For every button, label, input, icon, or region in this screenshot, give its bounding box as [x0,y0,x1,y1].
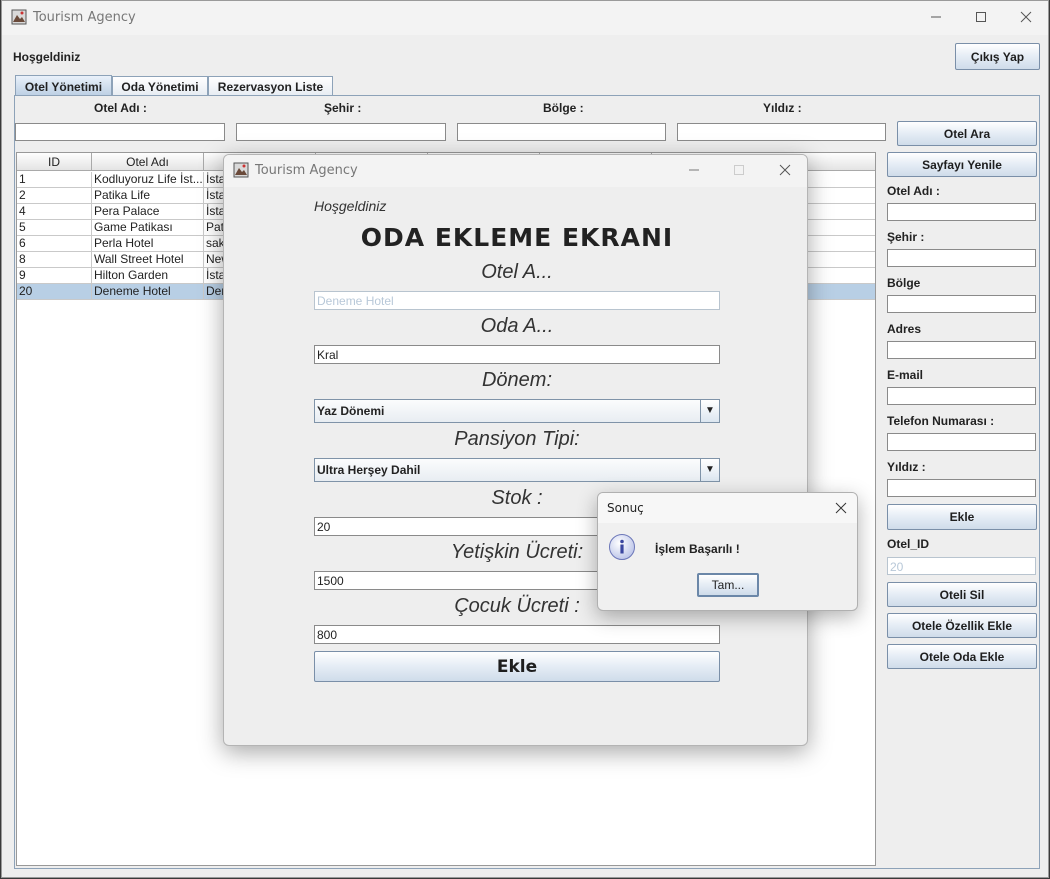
period-select-value: Yaz Dönemi [317,404,385,418]
email-label: E-mail [887,368,924,382]
close-button[interactable] [1003,1,1049,33]
search-city-label: Şehir : [324,101,362,115]
hotel-id-label: Otel_ID [887,537,930,551]
address-input[interactable] [887,341,1036,359]
cell-id: 9 [17,268,92,284]
cell-hotel-name: Deneme Hotel [92,284,204,300]
tab-hotel-management[interactable]: Otel Yönetimi [15,75,112,97]
board-type-select[interactable]: Ultra Herşey Dahil ▼ [314,458,720,482]
welcome-label: Hoşgeldiniz [13,50,81,64]
star-label: Yıldız : [887,460,926,474]
minimize-button[interactable] [913,1,959,33]
search-hotel-name-label: Otel Adı : [94,101,147,115]
add-hotel-feature-button[interactable]: Otele Özellik Ekle [887,613,1037,638]
app-icon [11,9,27,25]
dialog-welcome-label: Hoşgeldiniz [314,198,387,214]
logout-button[interactable]: Çıkış Yap [955,43,1040,70]
room-add-dialog: Tourism Agency Hoşgeldiniz ODA EKLEME EK… [223,154,808,746]
search-star-input[interactable] [677,123,886,141]
address-label: Adres [887,322,922,336]
search-city-input[interactable] [236,123,446,141]
board-type-label: Pansiyon Tipi: [454,428,580,450]
info-icon [609,534,635,560]
chevron-down-icon[interactable]: ▼ [700,400,719,422]
column-header-id[interactable]: ID [17,153,92,171]
close-icon [1020,11,1032,23]
region-input[interactable] [887,295,1036,313]
dialog-heading: ODA EKLEME EKRANI [360,223,674,252]
add-room-to-hotel-button[interactable]: Otele Oda Ekle [887,644,1037,669]
phone-label: Telefon Numarası : [887,414,995,428]
hotel-name-label: Otel A... [481,261,553,283]
message-close-button[interactable] [825,493,857,523]
period-select[interactable]: Yaz Dönemi ▼ [314,399,720,423]
tab-reservation-list[interactable]: Rezervasyon Liste [208,76,333,96]
maximize-icon [976,12,986,22]
search-hotel-name-input[interactable] [15,123,225,141]
search-region-label: Bölge : [543,101,584,115]
title-bar: Tourism Agency [2,1,1048,35]
chevron-down-icon[interactable]: ▼ [700,459,719,481]
room-name-label: Oda A... [480,315,554,337]
cell-hotel-name: Patika Life [92,188,204,204]
city-label: Şehir : [887,230,925,244]
add-hotel-button[interactable]: Ekle [887,504,1037,530]
dialog-title: Tourism Agency [255,163,358,178]
cell-hotel-name: Pera Palace [92,204,204,220]
cell-id: 1 [17,172,92,188]
region-label: Bölge [887,276,921,290]
close-icon [835,502,847,514]
search-region-input[interactable] [457,123,666,141]
cell-id: 20 [17,284,92,300]
search-hotel-button[interactable]: Otel Ara [897,121,1037,146]
delete-hotel-button[interactable]: Oteli Sil [887,582,1037,607]
ok-button[interactable]: Tam... [697,573,759,597]
dialog-minimize-button[interactable] [671,155,717,185]
cell-id: 5 [17,220,92,236]
cell-hotel-name: Kodluyoruz Life İst... [92,172,204,188]
board-type-select-value: Ultra Herşey Dahil [317,463,421,477]
dialog-maximize-button[interactable] [716,155,762,185]
app-icon [233,162,249,178]
star-input[interactable] [887,479,1036,497]
close-icon [779,164,791,176]
cell-id: 4 [17,204,92,220]
child-price-input[interactable]: 800 [314,625,720,644]
tab-room-management[interactable]: Oda Yönetimi [112,76,208,96]
minimize-icon [931,16,941,18]
cell-hotel-name: Game Patikası [92,220,204,236]
room-name-input[interactable]: Kral [314,345,720,364]
cell-hotel-name: Hilton Garden [92,268,204,284]
cell-id: 8 [17,252,92,268]
cell-id: 2 [17,188,92,204]
search-star-label: Yıldız : [763,101,802,115]
email-input[interactable] [887,387,1036,405]
cell-hotel-name: Wall Street Hotel [92,252,204,268]
add-room-button[interactable]: Ekle [314,651,720,682]
hotel-id-field: 20 [887,557,1036,575]
message-title-bar: Sonuç [598,493,857,523]
dialog-title-bar: Tourism Agency [224,155,807,187]
hotel-name-label: Otel Adı : [887,184,940,198]
message-text: İşlem Başarılı ! [655,542,740,556]
cell-hotel-name: Perla Hotel [92,236,204,252]
refresh-page-button[interactable]: Sayfayı Yenile [887,152,1037,177]
dialog-close-button[interactable] [762,155,807,185]
message-title: Sonuç [607,501,644,515]
hotel-name-field: Deneme Hotel [314,291,720,310]
result-message-dialog: Sonuç İşlem Başarılı ! Tam... [597,492,858,611]
period-label: Dönem: [481,369,553,391]
maximize-button[interactable] [958,1,1004,33]
city-input[interactable] [887,249,1036,267]
phone-input[interactable] [887,433,1036,451]
cell-id: 6 [17,236,92,252]
hotel-name-input[interactable] [887,203,1036,221]
window-title: Tourism Agency [33,10,136,25]
maximize-icon [734,165,744,175]
minimize-icon [689,169,699,171]
column-header-hotel-name[interactable]: Otel Adı [92,153,204,171]
